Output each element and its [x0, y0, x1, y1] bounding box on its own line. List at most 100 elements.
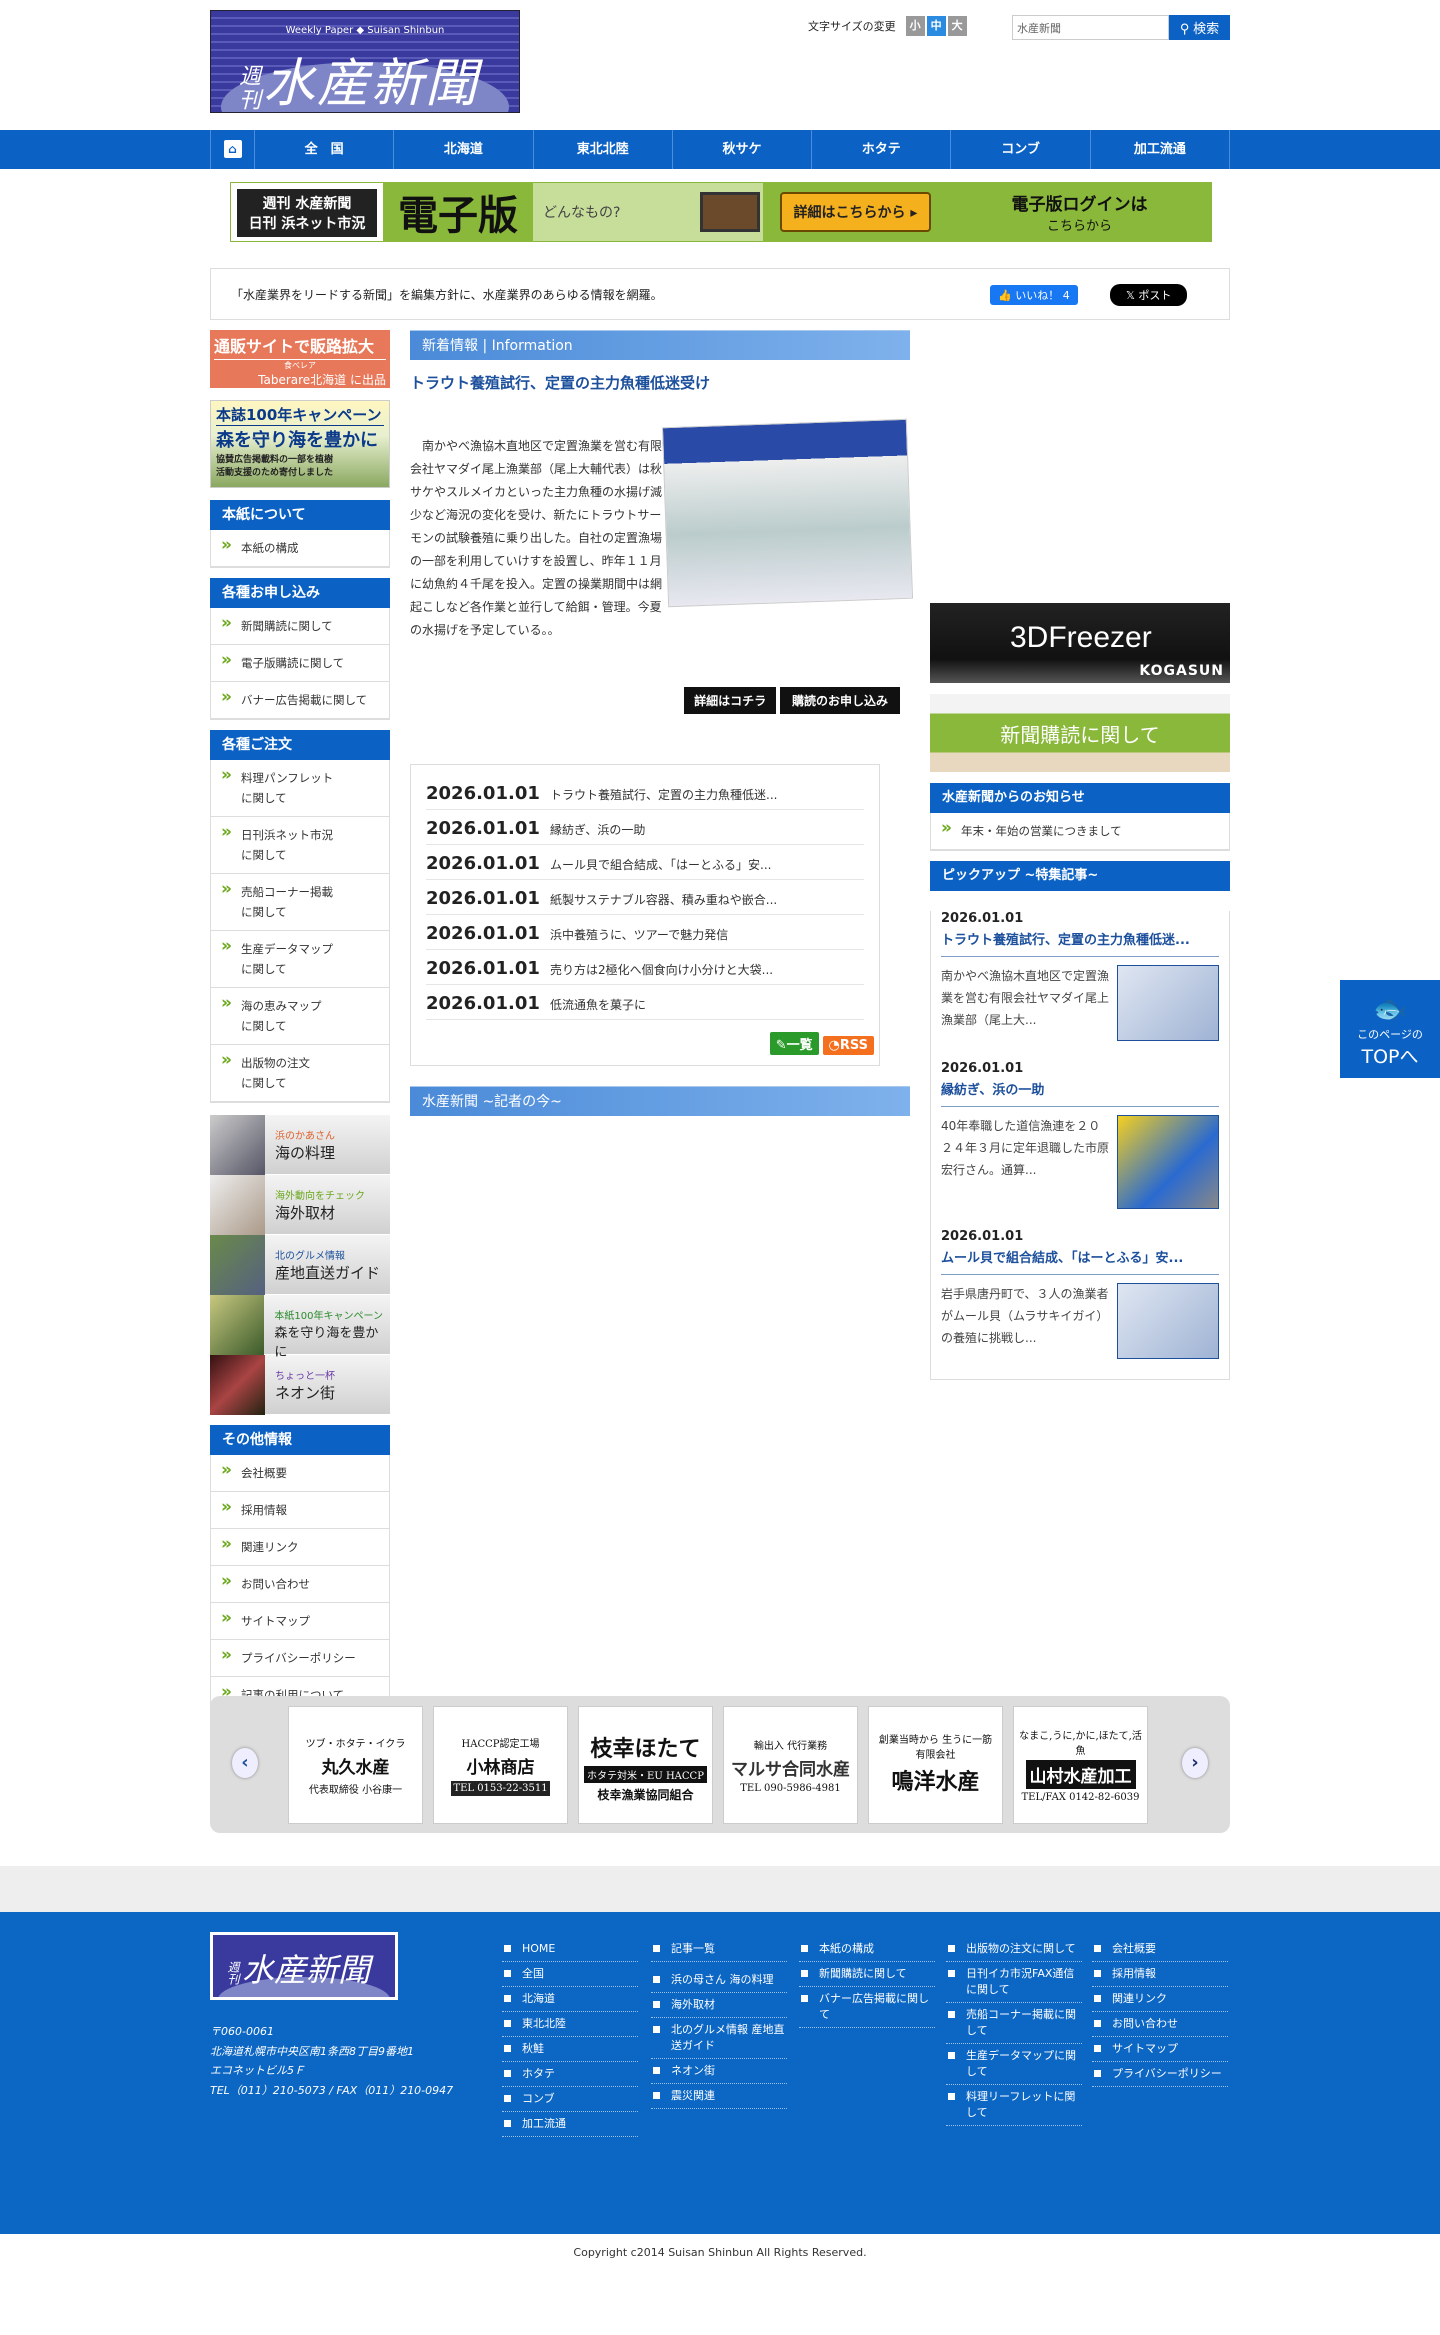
- footer-link[interactable]: 新聞購読に関して: [799, 1962, 935, 1987]
- footer-link[interactable]: プライバシーポリシー: [1092, 2062, 1228, 2087]
- apply-item[interactable]: 電子版購読に関して: [211, 645, 389, 682]
- footer-link[interactable]: 浜の母さん 海の料理: [651, 1968, 787, 1993]
- feature-link-sea-cooking[interactable]: 浜のかあさん 海の料理: [210, 1115, 390, 1175]
- feature-link-forest[interactable]: 本紙100年キャンペーン 森を守り海を豊かに: [210, 1295, 390, 1360]
- news-row[interactable]: 2026.01.01 紙製サステナブル容器、積み重ねや嵌合...: [426, 880, 864, 915]
- taberare-banner[interactable]: 通販サイトで販路拡大 食べレア Taberare北海道 に出品: [210, 330, 390, 388]
- footer-link[interactable]: 出版物の注文に関して: [946, 1937, 1082, 1962]
- pickup-item[interactable]: 2026.01.01 縁紡ぎ、浜の一助 40年奉職した道信漁連を２０２４年３月に定…: [941, 1061, 1219, 1209]
- list-all-button[interactable]: ✎一覧: [769, 1032, 819, 1055]
- ad-banner[interactable]: 輸出入 代行業務 マルサ合同水産 TEL 090-5986-4981: [723, 1706, 858, 1824]
- order-item[interactable]: 売船コーナー掲載に関して: [211, 874, 389, 931]
- facebook-like-button[interactable]: 👍 いいね！ 4: [990, 285, 1078, 305]
- order-item[interactable]: 出版物の注文に関して: [211, 1045, 389, 1102]
- detail-button[interactable]: 詳細はコチラ: [684, 687, 777, 714]
- subscribe-button[interactable]: 購読のお申し込み: [779, 687, 900, 714]
- nav-zenkoku[interactable]: 全 国: [255, 130, 395, 169]
- nav-home[interactable]: ⌂: [210, 130, 255, 169]
- feature-link-neon[interactable]: ちょっと一杯 ネオン街: [210, 1355, 390, 1415]
- footer-link[interactable]: HOME: [502, 1937, 638, 1962]
- left-sidebar: 通販サイトで販路拡大 食べレア Taberare北海道 に出品 本誌100年キャ…: [210, 330, 390, 1715]
- apply-item[interactable]: 新聞購読に関して: [211, 608, 389, 645]
- footer-link[interactable]: 記事一覧: [651, 1937, 787, 1962]
- ad-banner[interactable]: HACCP認定工場 小林商店 TEL 0153-22-3511: [433, 1706, 568, 1824]
- order-item[interactable]: 日刊浜ネット市況に関して: [211, 817, 389, 874]
- other-item[interactable]: サイトマップ: [211, 1603, 389, 1640]
- nav-tohoku-hokuriku[interactable]: 東北北陸: [534, 130, 673, 169]
- footer-link[interactable]: 震災関連: [651, 2084, 787, 2109]
- ad-banner[interactable]: ツブ・ホタテ・イクラ 丸久水産 代表取締役 小谷康一: [288, 1706, 423, 1824]
- news-row[interactable]: 2026.01.01 ムール貝で組合結成、「はーとふる」安...: [426, 845, 864, 880]
- footer-link[interactable]: コンブ: [502, 2087, 638, 2112]
- digital-edition-banner[interactable]: 週刊 水産新聞 日刊 浜ネット市況 電子版 どんなもの? 詳細はこちらから ▸ 電…: [230, 182, 1212, 242]
- other-item[interactable]: お問い合わせ: [211, 1566, 389, 1603]
- feature-link-overseas[interactable]: 海外動向をチェック 海外取材: [210, 1175, 390, 1235]
- ad-banner[interactable]: なまこ,うに,かに,ほたて,活魚 山村水産加工 TEL/FAX 0142-82-60…: [1013, 1706, 1148, 1824]
- details-button[interactable]: 詳細はこちらから ▸: [779, 192, 932, 232]
- footer-link[interactable]: ホタテ: [502, 2062, 638, 2087]
- footer-link[interactable]: 東北北陸: [502, 2012, 638, 2037]
- footer-link[interactable]: 生産データマップに関して: [946, 2044, 1082, 2085]
- page-top-button[interactable]: 🐟 このページの TOPへ: [1340, 980, 1440, 1078]
- ad-banner[interactable]: 創業当時から 生うに一筋 有限会社 鳴洋水産: [868, 1706, 1003, 1824]
- news-row[interactable]: 2026.01.01 トラウト養殖試行、定置の主力魚種低迷...: [426, 775, 864, 810]
- footer-link[interactable]: 北のグルメ情報 産地直送ガイド: [651, 2018, 787, 2059]
- search-input[interactable]: [1012, 15, 1169, 40]
- apply-item[interactable]: バナー広告掲載に関して: [211, 682, 389, 719]
- nav-hokkaido[interactable]: 北海道: [394, 130, 534, 169]
- nav-kako-ryutsu[interactable]: 加工流通: [1091, 130, 1230, 169]
- site-logo[interactable]: Weekly Paper ◆ Suisan Shinbun 週刊水産新聞: [210, 10, 520, 113]
- footer-link[interactable]: 会社概要: [1092, 1937, 1228, 1962]
- news-row[interactable]: 2026.01.01 浜中養殖うに、ツアーで魅力発信: [426, 915, 864, 950]
- carousel-next-button[interactable]: ›: [1182, 1748, 1208, 1778]
- notice-item[interactable]: 年末・年始の営業につきまして: [931, 813, 1229, 850]
- headline[interactable]: トラウト養殖試行、定置の主力魚種低迷受け: [410, 372, 910, 393]
- nav-akisake[interactable]: 秋サケ: [673, 130, 813, 169]
- x-post-button[interactable]: 𝕏 ポスト: [1110, 284, 1188, 306]
- font-size-large[interactable]: 大: [947, 16, 967, 36]
- news-row[interactable]: 2026.01.01 売り方は2極化へ個食向け小分けと大袋...: [426, 950, 864, 985]
- footer-link[interactable]: 全国: [502, 1962, 638, 1987]
- freezer-ad[interactable]: 3DFreezer KOGASUN: [930, 603, 1230, 683]
- footer-link[interactable]: 秋鮭: [502, 2037, 638, 2062]
- other-item[interactable]: 関連リンク: [211, 1529, 389, 1566]
- footer-link[interactable]: 関連リンク: [1092, 1987, 1228, 2012]
- order-item[interactable]: 料理パンフレットに関して: [211, 760, 389, 817]
- subscribe-banner[interactable]: 新聞購読に関して: [930, 694, 1230, 772]
- footer-link[interactable]: 採用情報: [1092, 1962, 1228, 1987]
- feature-link-direct-guide[interactable]: 北のグルメ情報 産地直送ガイド: [210, 1235, 390, 1295]
- font-size-medium[interactable]: 中: [926, 16, 946, 36]
- article-image[interactable]: [661, 418, 914, 608]
- carousel-prev-button[interactable]: ‹: [232, 1748, 258, 1778]
- other-item[interactable]: 会社概要: [211, 1455, 389, 1492]
- news-row[interactable]: 2026.01.01 縁紡ぎ、浜の一助: [426, 810, 864, 845]
- footer-link[interactable]: サイトマップ: [1092, 2037, 1228, 2062]
- footer-link[interactable]: バナー広告掲載に関して: [799, 1987, 935, 2028]
- footer-link[interactable]: 料理リーフレットに関して: [946, 2085, 1082, 2126]
- login-link[interactable]: 電子版ログインは こちらから: [948, 183, 1211, 241]
- footer-link[interactable]: 海外取材: [651, 1993, 787, 2018]
- footer-link[interactable]: ネオン街: [651, 2059, 787, 2084]
- about-item-structure[interactable]: 本紙の構成: [211, 530, 389, 567]
- footer-link[interactable]: 北海道: [502, 1987, 638, 2012]
- rss-button[interactable]: ◔RSS: [822, 1036, 874, 1055]
- footer-link[interactable]: 売船コーナー掲載に関して: [946, 2003, 1082, 2044]
- other-item[interactable]: プライバシーポリシー: [211, 1640, 389, 1677]
- footer-link[interactable]: 日刊イカ市況FAX通信に関して: [946, 1962, 1082, 2003]
- nav-konbu[interactable]: コンブ: [951, 130, 1091, 169]
- footer-link[interactable]: 加工流通: [502, 2112, 638, 2137]
- other-item[interactable]: 採用情報: [211, 1492, 389, 1529]
- campaign-banner[interactable]: 本誌100年キャンペーン 森を守り海を豊かに 協賛広告掲載料の一部を植樹活動支援…: [210, 400, 390, 488]
- order-item[interactable]: 生産データマップに関して: [211, 931, 389, 988]
- nav-hotate[interactable]: ホタテ: [812, 130, 952, 169]
- pickup-item[interactable]: 2026.01.01 トラウト養殖試行、定置の主力魚種低迷... 南かやべ漁協木直…: [941, 911, 1219, 1041]
- pickup-item[interactable]: 2026.01.01 ムール貝で組合結成、「はーとふる」安... 岩手県唐丹町で、…: [941, 1229, 1219, 1359]
- ad-banner[interactable]: 枝幸ほたて ホタテ対米・EU HACCP 枝幸漁業協同組合: [578, 1706, 713, 1824]
- footer-logo[interactable]: 週刊水産新聞: [210, 1932, 398, 2000]
- search-button[interactable]: ⚲ 検索: [1169, 15, 1230, 40]
- footer-link[interactable]: お問い合わせ: [1092, 2012, 1228, 2037]
- news-row[interactable]: 2026.01.01 低流通魚を菓子に: [426, 985, 864, 1020]
- order-item[interactable]: 海の恵みマップに関して: [211, 988, 389, 1045]
- font-size-small[interactable]: 小: [905, 16, 925, 36]
- footer-link[interactable]: 本紙の構成: [799, 1937, 935, 1962]
